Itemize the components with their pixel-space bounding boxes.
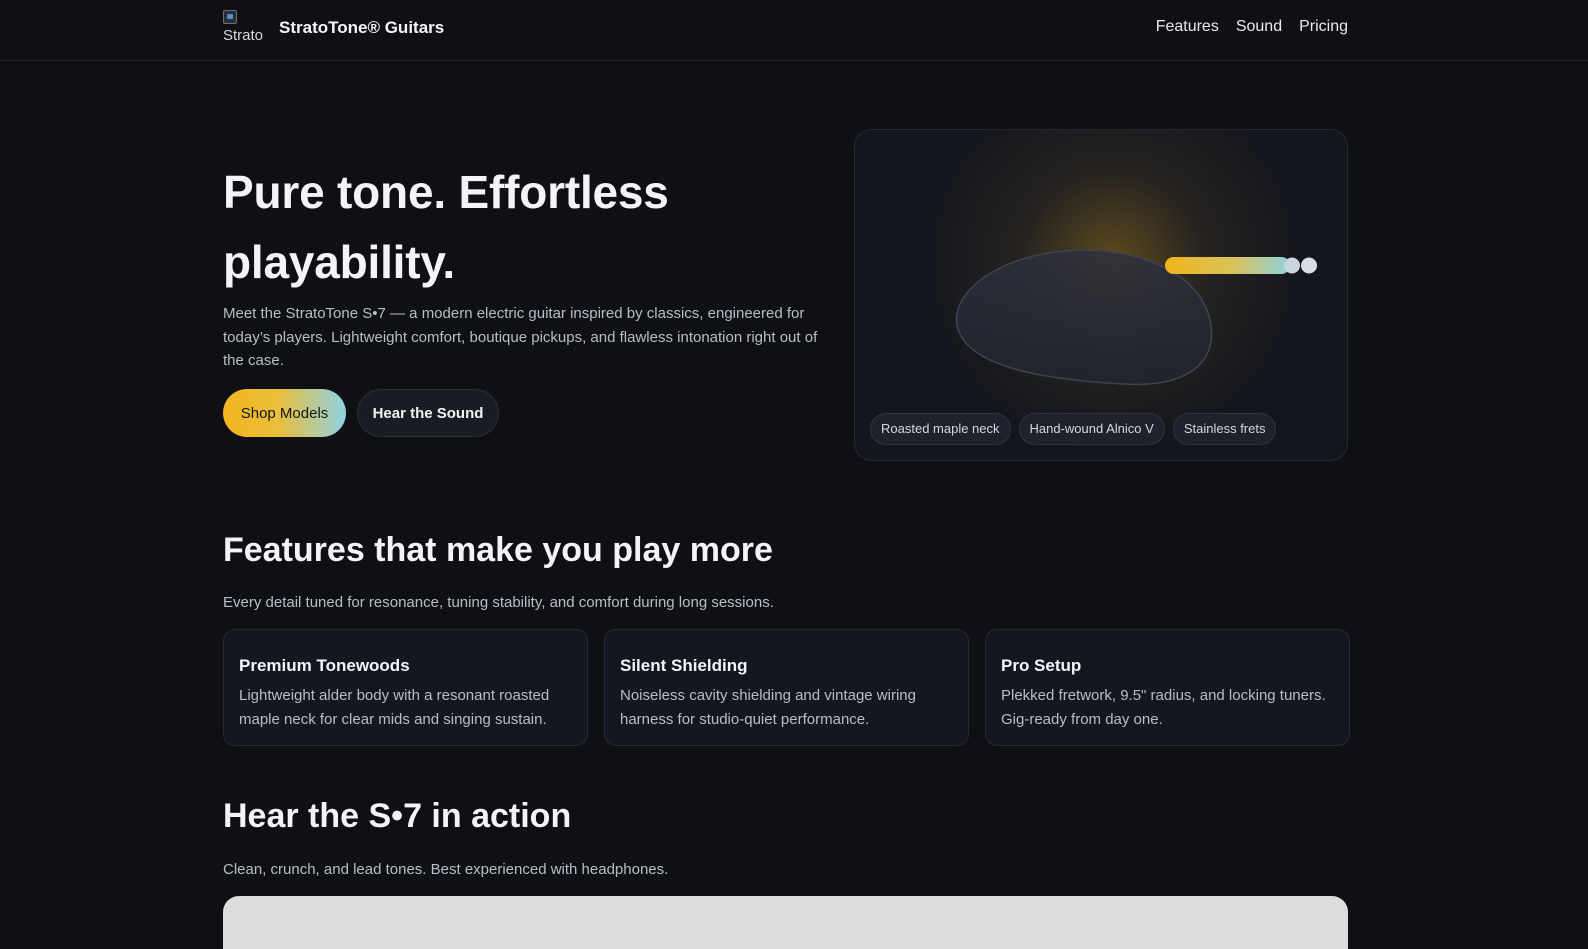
logo-alt-text: Strato (223, 27, 264, 44)
feature-card-tonewoods: Premium Tonewoods Lightweight alder body… (223, 629, 588, 746)
card-title: Premium Tonewoods (239, 656, 410, 675)
sound-subtitle: Clean, crunch, and lead tones. Best expe… (223, 861, 669, 878)
feature-card-setup: Pro Setup Plekked fretwork, 9.5" radius,… (985, 629, 1350, 746)
audio-player-embed[interactable] (223, 896, 1348, 949)
brand-name[interactable]: StratoTone® Guitars (279, 18, 444, 38)
guitar-illustration (955, 249, 1317, 386)
hero-visual-card: Roasted maple neck Hand-wound Alnico V S… (854, 129, 1348, 461)
card-body: Plekked fretwork, 9.5" radius, and locki… (1001, 687, 1326, 728)
feature-cards: Premium Tonewoods Lightweight alder body… (223, 629, 1350, 746)
logo-image[interactable]: Strato (223, 10, 263, 44)
shop-models-button[interactable]: Shop Models (223, 389, 346, 437)
hero-description: Meet the StratoTone S•7 — a modern elect… (223, 305, 818, 369)
chip-stainless-frets: Stainless frets (1172, 413, 1277, 445)
guitar-neck (1165, 257, 1290, 274)
hero-title: Pure tone. Effortless playability. (223, 166, 669, 288)
nav-link-features[interactable]: Features (1156, 18, 1219, 36)
feature-card-shielding: Silent Shielding Noiseless cavity shield… (604, 629, 969, 746)
features-subtitle: Every detail tuned for resonance, tuning… (223, 594, 774, 611)
card-body: Noiseless cavity shielding and vintage w… (620, 687, 916, 728)
feature-chips: Roasted maple neck Hand-wound Alnico V S… (870, 413, 1277, 445)
features-heading: Features that make you play more (223, 531, 773, 569)
nav-links: Features Sound Pricing (1156, 18, 1348, 36)
broken-image-icon (223, 10, 237, 24)
top-navbar: Strato StratoTone® Guitars Features Soun… (0, 0, 1588, 61)
tuner-peg (1301, 257, 1317, 274)
chip-roasted-maple: Roasted maple neck (870, 413, 1011, 445)
hear-sound-button[interactable]: Hear the Sound (357, 389, 499, 437)
nav-link-pricing[interactable]: Pricing (1299, 18, 1348, 36)
sound-heading: Hear the S•7 in action (223, 797, 572, 835)
chip-alnico-pickups: Hand-wound Alnico V (1018, 413, 1165, 445)
card-body: Lightweight alder body with a resonant r… (239, 687, 550, 728)
card-title: Silent Shielding (620, 656, 748, 675)
tuner-peg (1284, 257, 1300, 274)
card-title: Pro Setup (1001, 656, 1082, 675)
nav-link-sound[interactable]: Sound (1236, 18, 1282, 36)
